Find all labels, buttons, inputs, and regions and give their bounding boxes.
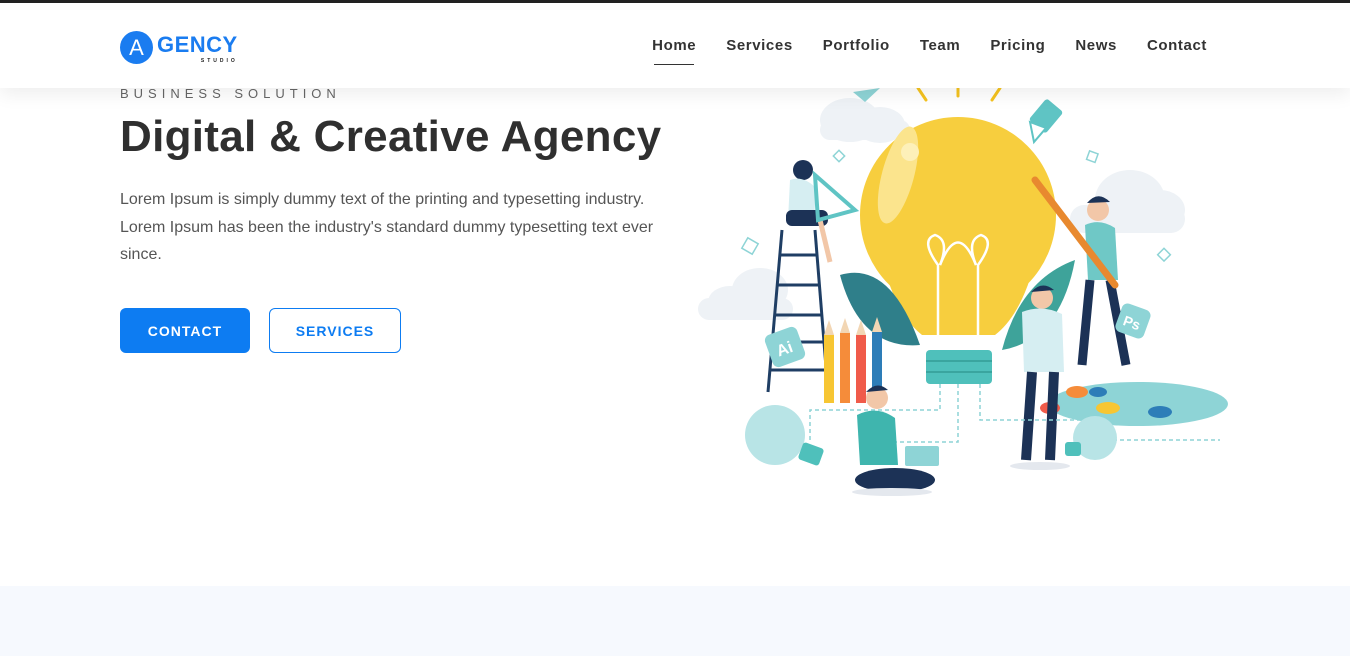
small-bulb-left	[745, 405, 824, 466]
nav-contact[interactable]: Contact	[1147, 37, 1207, 54]
small-bulb-right	[1065, 416, 1117, 460]
pen-nib-icon	[1028, 99, 1063, 145]
nav-team[interactable]: Team	[920, 37, 960, 54]
nav-news[interactable]: News	[1075, 37, 1117, 54]
nav-pricing[interactable]: Pricing	[990, 37, 1045, 54]
logo-badge: A	[120, 31, 153, 64]
hero-title: Digital & Creative Agency	[120, 112, 662, 161]
paint-palette	[1040, 382, 1228, 426]
logo-text: GENCY STUDIO	[157, 31, 238, 64]
nav-services[interactable]: Services	[726, 37, 793, 54]
hero-kicker: BUSINESS SOLUTION	[120, 86, 341, 101]
next-section-band	[0, 586, 1350, 656]
contact-button[interactable]: CONTACT	[120, 308, 250, 353]
logo-subtitle: STUDIO	[200, 58, 238, 64]
services-button[interactable]: SERVICES	[269, 308, 401, 353]
site-header: A GENCY STUDIO Home Services Portfolio T…	[0, 3, 1350, 88]
hero-description: Lorem Ipsum is simply dummy text of the …	[120, 191, 654, 263]
main-nav: Home Services Portfolio Team Pricing New…	[622, 37, 1207, 65]
nav-portfolio[interactable]: Portfolio	[823, 37, 890, 54]
nav-home[interactable]: Home	[652, 37, 696, 65]
hero-illustration: Ai Ps	[698, 83, 1228, 496]
woman-figure	[786, 160, 860, 263]
logo-word: GENCY	[157, 32, 238, 57]
brand-logo[interactable]: A GENCY STUDIO	[120, 31, 238, 67]
